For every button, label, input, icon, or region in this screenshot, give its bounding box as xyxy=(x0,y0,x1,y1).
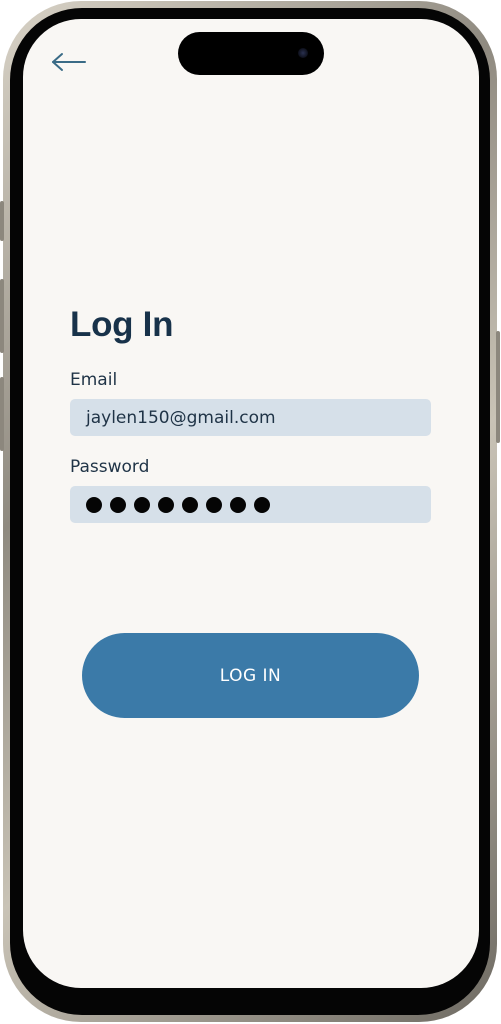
arrow-left-icon xyxy=(52,53,86,71)
email-label: Email xyxy=(70,370,118,390)
password-dot xyxy=(230,496,246,513)
password-dot xyxy=(158,496,174,513)
volume-up-button xyxy=(0,279,4,353)
password-dot xyxy=(110,496,126,513)
password-mask xyxy=(86,496,270,513)
app-screen: Log In Email jaylen150@gmail.com Passwor… xyxy=(23,19,479,988)
email-value: jaylen150@gmail.com xyxy=(86,407,276,428)
camera-icon xyxy=(298,48,308,58)
back-button[interactable] xyxy=(49,49,89,75)
password-dot xyxy=(254,496,270,513)
email-field[interactable]: jaylen150@gmail.com xyxy=(70,399,431,436)
password-dot xyxy=(134,496,150,513)
volume-down-button xyxy=(0,377,4,451)
dynamic-island xyxy=(178,32,324,75)
page-title: Log In xyxy=(70,305,174,344)
action-button xyxy=(0,201,4,241)
password-label: Password xyxy=(70,457,150,477)
password-dot xyxy=(182,496,198,513)
password-field[interactable] xyxy=(70,486,431,523)
power-button xyxy=(496,331,500,443)
password-dot xyxy=(206,496,222,513)
login-button[interactable]: LOG IN xyxy=(82,633,419,718)
login-button-label: LOG IN xyxy=(219,665,282,686)
password-dot xyxy=(86,496,102,513)
